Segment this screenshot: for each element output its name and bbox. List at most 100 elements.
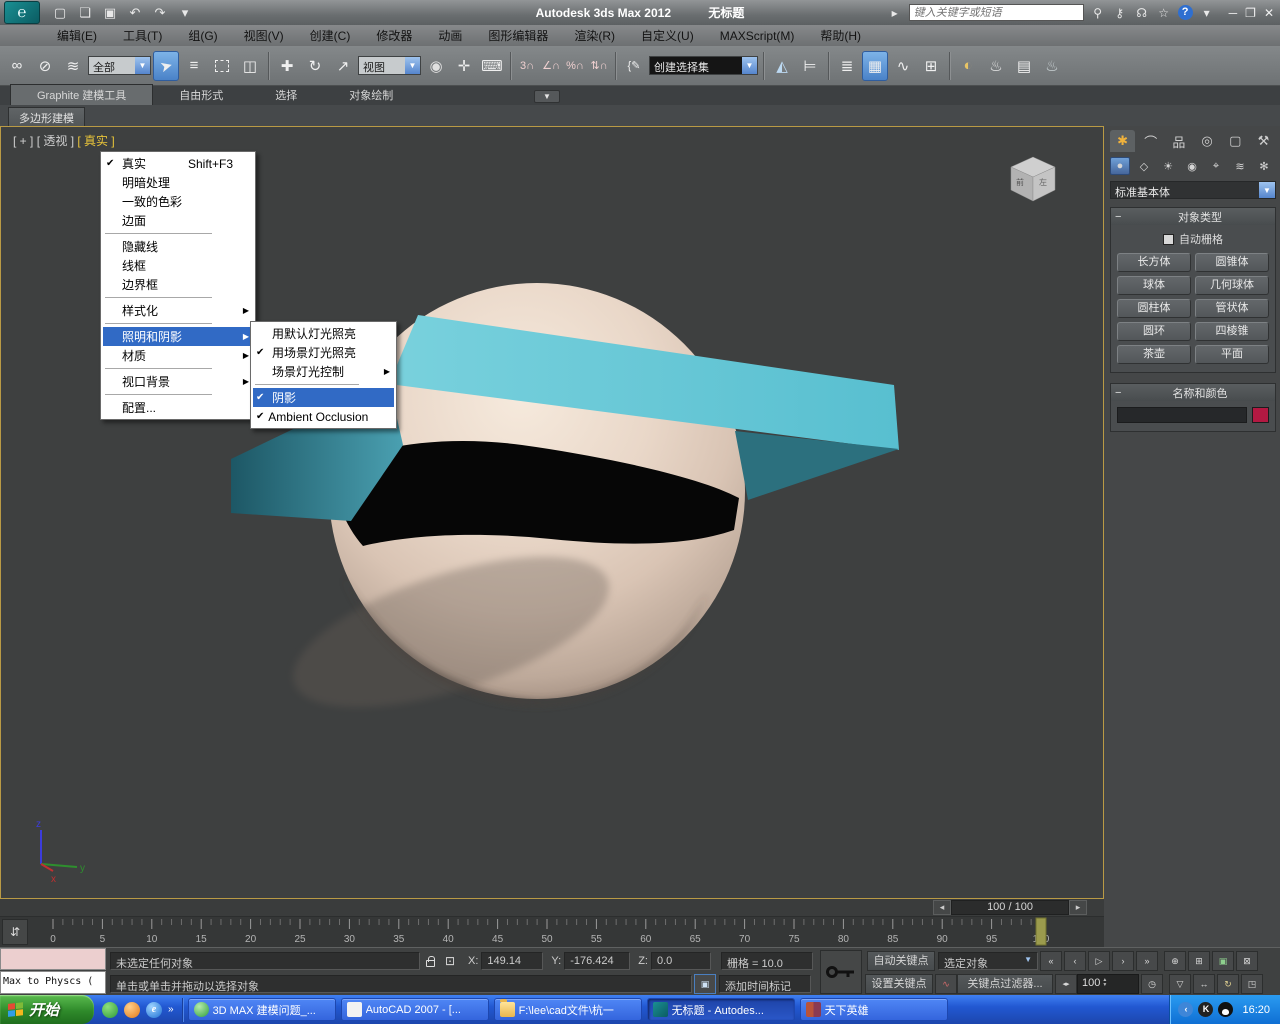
primitive-button[interactable]: 管状体: [1195, 299, 1269, 318]
context-menu-item[interactable]: 一致的色彩: [103, 192, 253, 211]
pan-view-icon[interactable]: [1193, 974, 1215, 994]
primitive-button[interactable]: 四棱锥: [1195, 322, 1269, 341]
create-tab-icon[interactable]: [1110, 130, 1135, 152]
shapes-category-icon[interactable]: [1134, 157, 1154, 175]
context-menu-item[interactable]: 照明和阴影: [103, 327, 253, 346]
submenu-item[interactable]: Ambient Occlusion: [253, 407, 394, 426]
time-slider[interactable]: 100 / 100: [0, 899, 1104, 917]
snaps-toggle-icon[interactable]: [516, 51, 538, 81]
zoom-extents-all-icon[interactable]: [1236, 951, 1258, 971]
redo-icon[interactable]: [150, 4, 170, 22]
context-menu-item[interactable]: 边界框: [103, 275, 253, 294]
space-warps-category-icon[interactable]: [1230, 157, 1250, 175]
window-crossing-toggle-icon[interactable]: [237, 51, 263, 81]
motion-tab-icon[interactable]: [1195, 130, 1220, 152]
subscription-key-icon[interactable]: [1112, 6, 1128, 20]
curve-editor-icon[interactable]: [890, 51, 916, 81]
context-menu-item[interactable]: 配置...: [103, 398, 253, 417]
context-menu-item[interactable]: [103, 391, 253, 398]
play-animation-button[interactable]: [1088, 951, 1110, 971]
utilities-tab-icon[interactable]: [1251, 130, 1276, 152]
restore-button[interactable]: [1245, 6, 1256, 20]
select-and-scale-icon[interactable]: [330, 51, 356, 81]
ribbon-tab[interactable]: Graphite 建模工具: [10, 84, 153, 105]
new-key-curve-icon[interactable]: [935, 974, 957, 994]
rendered-frame-window-icon[interactable]: [1011, 51, 1037, 81]
menu-item[interactable]: 动画: [425, 25, 475, 46]
selection-filter-dropdown[interactable]: 全部: [88, 56, 151, 75]
track-bar[interactable]: 0510152025303540455055606570758085909510…: [0, 917, 1104, 947]
submenu-item[interactable]: 场景灯光控制: [253, 362, 394, 381]
ribbon-tab[interactable]: 对象绘制: [323, 85, 419, 105]
context-menu-item[interactable]: 明暗处理: [103, 173, 253, 192]
key-mode-toggle-icon[interactable]: [1055, 974, 1077, 994]
submenu-item[interactable]: 用场景灯光照亮: [253, 343, 394, 362]
maximize-viewport-toggle-icon[interactable]: [1241, 974, 1263, 994]
select-object-button[interactable]: [153, 51, 179, 81]
next-frame-arrow-icon[interactable]: [1069, 900, 1087, 915]
context-menu-item[interactable]: [103, 294, 253, 301]
geometry-category-icon[interactable]: [1110, 157, 1130, 175]
primitive-button[interactable]: 圆锥体: [1195, 253, 1269, 272]
material-editor-icon[interactable]: [955, 51, 981, 81]
named-selection-sets-dropdown[interactable]: 创建选择集: [649, 56, 758, 75]
save-file-icon[interactable]: [100, 4, 120, 22]
menu-item[interactable]: 组(G): [175, 25, 230, 46]
quick-launch-ie-icon[interactable]: e: [146, 1002, 162, 1018]
next-frame-button[interactable]: [1112, 951, 1134, 971]
viewport-menu-plus[interactable]: [ + ]: [13, 134, 33, 148]
search-input[interactable]: [909, 4, 1084, 21]
menu-item[interactable]: 视图(V): [231, 25, 297, 46]
z-coordinate-field[interactable]: 0.0: [651, 952, 711, 970]
auto-key-button[interactable]: 自动关键点: [867, 951, 935, 971]
current-frame-field[interactable]: 100▲▼: [1077, 974, 1139, 994]
context-menu-item[interactable]: [103, 365, 253, 372]
primitive-button[interactable]: 圆柱体: [1117, 299, 1191, 318]
orbit-view-icon[interactable]: [1217, 974, 1239, 994]
tray-qq-penguin-icon[interactable]: [1218, 1002, 1233, 1017]
absolute-offset-toggle-icon[interactable]: [440, 952, 460, 970]
schematic-view-icon[interactable]: [918, 51, 944, 81]
render-production-icon[interactable]: [1039, 51, 1065, 81]
start-button[interactable]: 开始: [0, 995, 94, 1024]
render-setup-icon[interactable]: [983, 51, 1009, 81]
add-time-tag-field[interactable]: 添加时间标记: [719, 975, 811, 993]
selection-lock-icon[interactable]: [420, 952, 440, 970]
angle-snap-toggle-icon[interactable]: [540, 51, 562, 81]
ribbon-tab[interactable]: 自由形式: [153, 85, 249, 105]
context-menu-item[interactable]: 真实 Shift+F3: [103, 154, 253, 173]
undo-icon[interactable]: [125, 4, 145, 22]
menu-item[interactable]: 自定义(U): [628, 25, 707, 46]
unlink-selection-icon[interactable]: [32, 51, 58, 81]
search-icon[interactable]: [1090, 6, 1106, 20]
select-and-move-icon[interactable]: [274, 51, 300, 81]
primitive-category-dropdown[interactable]: 标准基本体: [1110, 181, 1276, 199]
quick-launch-media-icon[interactable]: [124, 1002, 140, 1018]
rectangular-selection-region-icon[interactable]: [209, 51, 235, 81]
primitive-button[interactable]: 球体: [1117, 276, 1191, 295]
minimize-button[interactable]: [1229, 6, 1238, 20]
favorites-star-icon[interactable]: [1156, 6, 1172, 20]
context-menu-item[interactable]: 视口背景: [103, 372, 253, 391]
viewport-menu-view[interactable]: [ 透视 ]: [37, 134, 74, 148]
submenu-item[interactable]: [253, 381, 394, 388]
communication-center-icon[interactable]: [1134, 6, 1150, 20]
viewcube[interactable]: 前 左: [1011, 157, 1055, 201]
taskbar-task-button[interactable]: 无标题 - Autodes...: [647, 998, 795, 1021]
submenu-item[interactable]: 用默认灯光照亮: [253, 324, 394, 343]
object-color-swatch[interactable]: [1252, 407, 1269, 423]
cameras-category-icon[interactable]: [1182, 157, 1202, 175]
time-configuration-icon[interactable]: [1141, 974, 1163, 994]
submenu-item[interactable]: 阴影: [253, 388, 394, 407]
menu-item[interactable]: 帮助(H): [807, 25, 874, 46]
menu-item[interactable]: 工具(T): [110, 25, 175, 46]
context-menu-item[interactable]: 线框: [103, 256, 253, 275]
taskbar-task-button[interactable]: 天下英雄: [800, 998, 948, 1021]
systems-category-icon[interactable]: [1254, 157, 1274, 175]
select-and-manipulate-icon[interactable]: [451, 51, 477, 81]
lights-category-icon[interactable]: [1158, 157, 1178, 175]
layer-manager-icon[interactable]: [834, 51, 860, 81]
primitive-button[interactable]: 几何球体: [1195, 276, 1269, 295]
menu-item[interactable]: MAXScript(M): [707, 27, 808, 45]
menu-item[interactable]: 图形编辑器: [475, 25, 561, 46]
